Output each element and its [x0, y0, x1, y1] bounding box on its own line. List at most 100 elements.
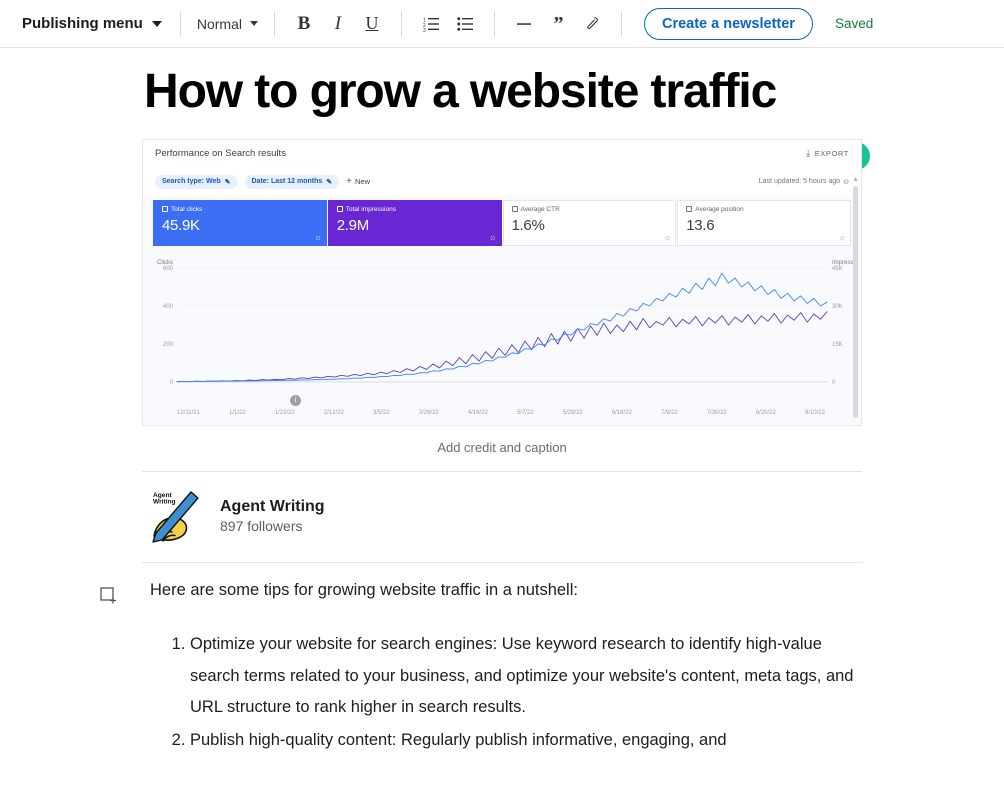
plus-icon: + — [346, 176, 353, 188]
image-caption-input[interactable]: Add credit and caption — [142, 426, 862, 471]
x-axis-tick-label: 5/7/22 — [516, 409, 534, 416]
tips-list: Optimize your website for search engines… — [150, 629, 862, 756]
ordered-list-icon: 1 2 3 — [423, 17, 439, 32]
metric-label: Total clicks — [171, 205, 203, 213]
svg-text:Clicks: Clicks — [157, 260, 173, 266]
svg-text:3: 3 — [423, 28, 426, 32]
section-divider — [142, 561, 862, 563]
bold-icon: B — [297, 12, 311, 34]
metric-value: 1.6% — [511, 216, 545, 234]
filter-chip-label: Search type: Web — [162, 178, 221, 186]
new-filter-button: + New — [346, 176, 370, 187]
avatar: Agent Writing — [150, 488, 206, 544]
metric-label-row: Average position — [686, 206, 842, 213]
document-canvas: How to grow a website traffic G Performa… — [0, 48, 1004, 788]
toolbar-divider — [179, 10, 181, 37]
x-axis-tick-label: 5/28/22 — [562, 409, 583, 416]
x-axis-tick-label: 1/1/22 — [229, 409, 246, 416]
metric-value: 45.9K — [162, 216, 200, 234]
embed-header-title: Performance on Search results — [155, 148, 286, 160]
bold-button[interactable]: B — [289, 9, 319, 39]
metric-label: Average position — [695, 205, 744, 213]
help-icon: ⊙ — [839, 234, 845, 242]
x-axis-tick-label: 4/16/22 — [467, 409, 488, 416]
toolbar-divider — [493, 10, 495, 37]
help-icon: ⊙ — [843, 178, 849, 186]
document-body: How to grow a website traffic G Performa… — [100, 48, 870, 757]
horizontal-rule-button[interactable] — [509, 9, 539, 39]
svg-text:Writing: Writing — [153, 498, 176, 505]
add-block-icon[interactable] — [100, 587, 118, 605]
checkbox-icon — [511, 206, 518, 213]
agent-writing-logo-icon: Agent Writing — [152, 491, 199, 543]
chart-tooltip-marker: i — [290, 394, 301, 406]
filter-chip-date: Date: Last 12 months ✎ — [244, 174, 340, 189]
x-axis-tick-label: 1/22/22 — [274, 409, 295, 416]
italic-icon: I — [334, 12, 342, 34]
x-axis-tick-label: 6/18/22 — [611, 409, 632, 416]
save-status: Saved — [834, 16, 874, 31]
pencil-icon: ✎ — [326, 178, 333, 186]
metric-card-average-position: Average position 13.6 ⊙ — [677, 199, 851, 246]
list-item[interactable]: Optimize your website for search engines… — [190, 629, 862, 723]
export-button: ⤓ EXPORT — [806, 148, 849, 159]
chart-svg: 0020015K40030K60045KClicksImpressions — [157, 260, 857, 386]
create-newsletter-button[interactable]: Create a newsletter — [643, 7, 813, 40]
filter-chip-label: Date: Last 12 months — [251, 178, 323, 186]
filter-chip-search-type: Search type: Web ✎ — [155, 174, 238, 189]
underline-button[interactable]: U — [357, 9, 387, 39]
last-updated-label: Last updated: 5 hours ago — [758, 178, 841, 186]
x-axis-tick-label: 9/10/22 — [804, 409, 825, 416]
metric-label-row: Total impressions — [336, 206, 493, 213]
checkbox-icon — [686, 206, 693, 213]
page-title[interactable]: How to grow a website traffic — [144, 65, 862, 119]
svg-text:0: 0 — [832, 380, 836, 386]
download-icon: ⤓ — [806, 148, 811, 159]
performance-chart: 0020015K40030K60045KClicksImpressions 12… — [149, 254, 857, 416]
editor-toolbar: Publishing menu Normal B I U 1 2 3 ” Cre… — [0, 0, 1004, 48]
chevron-down-icon — [249, 21, 258, 26]
checkbox-icon — [162, 206, 168, 213]
toolbar-divider — [620, 10, 622, 37]
export-label: EXPORT — [814, 149, 849, 159]
publishing-menu-button[interactable]: Publishing menu — [14, 12, 168, 35]
x-axis-tick-label: 3/5/22 — [372, 409, 390, 416]
svg-text:0: 0 — [170, 380, 174, 386]
last-updated-text: Last updated: 5 hours ago ⊙ — [759, 178, 849, 186]
help-icon: ⊙ — [664, 234, 671, 242]
embed-header: Performance on Search results ⤓ EXPORT — [143, 139, 861, 168]
toolbar-divider — [273, 10, 275, 37]
x-axis-tick-label: 7/30/22 — [706, 409, 727, 416]
list-item[interactable]: Publish high-quality content: Regularly … — [190, 725, 862, 756]
metric-card-total-clicks: Total clicks 45.9K ⊙ — [153, 199, 327, 246]
metric-card-total-impressions: Total impressions 2.9M ⊙ — [327, 199, 502, 246]
italic-button[interactable]: I — [323, 9, 353, 39]
help-icon: ⊙ — [315, 234, 321, 242]
link-button[interactable] — [577, 9, 607, 39]
checkbox-icon — [336, 206, 343, 213]
metric-card-average-ctr: Average CTR 1.6% ⊙ — [502, 199, 677, 246]
bullet-list-icon — [457, 16, 473, 31]
svg-text:30K: 30K — [832, 304, 843, 310]
quote-icon: ” — [553, 12, 563, 35]
new-filter-label: New — [355, 177, 371, 187]
blockquote-button[interactable]: ” — [543, 9, 573, 39]
metric-value: 13.6 — [686, 216, 715, 234]
publishing-menu-label: Publishing menu — [22, 15, 143, 32]
x-axis-tick-label: 2/12/22 — [323, 409, 344, 416]
article-content: Here are some tips for growing website t… — [100, 579, 862, 756]
x-axis-tick-label: 7/9/22 — [660, 409, 678, 416]
metric-label-row: Total clicks — [162, 206, 318, 213]
svg-text:200: 200 — [163, 342, 174, 348]
metric-label-row: Average CTR — [511, 206, 668, 213]
metric-card-row: Total clicks 45.9K ⊙ Total impressions 2… — [143, 196, 861, 246]
intro-paragraph[interactable]: Here are some tips for growing website t… — [150, 579, 862, 603]
bullet-list-button[interactable] — [450, 9, 480, 39]
ordered-list-button[interactable]: 1 2 3 — [416, 9, 446, 39]
embedded-image-search-console[interactable]: Performance on Search results ⤓ EXPORT S… — [142, 138, 862, 426]
embed-filter-bar: Search type: Web ✎ Date: Last 12 months … — [143, 167, 861, 196]
embedded-scrollbar[interactable] — [853, 185, 858, 418]
author-info: Agent Writing 897 followers — [220, 496, 325, 536]
x-axis-tick-label: 12/11/21 — [177, 409, 200, 416]
text-style-select[interactable]: Normal — [193, 13, 262, 35]
